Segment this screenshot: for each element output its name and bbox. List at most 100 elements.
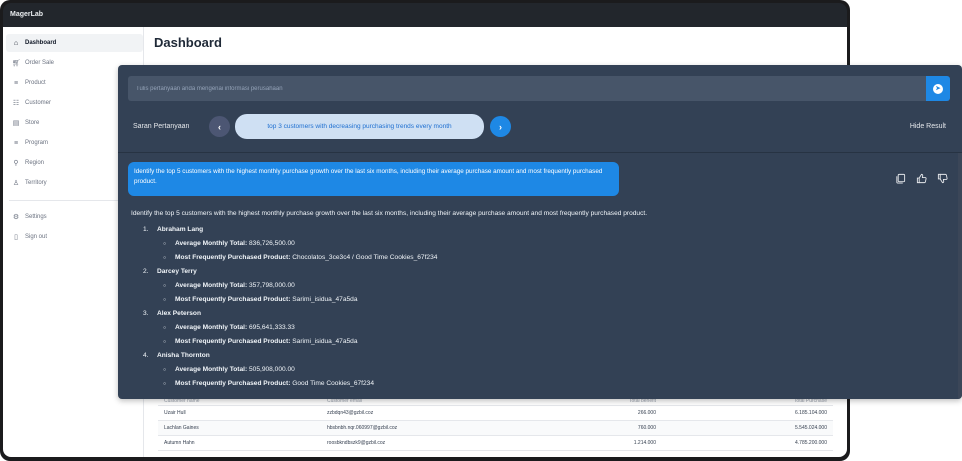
customer-name-line: 2. Darcey Terry [143, 265, 951, 279]
cell-total-benefit: 266.000 [637, 410, 656, 416]
detail-value: Sarimi_isidua_47a5da [292, 296, 358, 303]
assistant-answer: Identify the top 5 customers with the hi… [131, 210, 951, 391]
cell-total-benefit: 1.214.000 [633, 440, 656, 446]
table-row[interactable]: Lachlan Gaines hbsbnbh.nqr.060997@gzbil.… [158, 421, 833, 436]
table-row[interactable]: Autumn Hahn roosbkndbszk9@gzbil.coz 1.21… [158, 436, 833, 451]
average-monthly-total: ○ Average Monthly Total: 505,908,000.00 [163, 363, 951, 377]
customer-name: Anisha Thornton [157, 352, 210, 359]
cell-total-purchase: 6.185.104.000 [795, 410, 827, 416]
store-icon: ▤ [12, 120, 20, 127]
sidebar-item-label: Product [25, 80, 46, 86]
customer-name: Alex Peterson [157, 310, 201, 317]
sidebar-item-label: Region [25, 160, 45, 166]
question-input[interactable] [128, 76, 926, 101]
detail-label: Average Monthly Total: [175, 240, 248, 247]
detail-value: Sarimi_isidua_47a5da [292, 338, 358, 345]
detail-value: 695,641,333.33 [249, 324, 295, 331]
customer-entry: 4. Anisha Thornton ○ Average Monthly Total… [143, 349, 951, 391]
list-icon: ≡ [13, 79, 19, 87]
question-bar [128, 76, 926, 101]
sidebar-item-label: Program [25, 140, 49, 146]
user-message-bubble: Identify the top 5 customers with the hi… [128, 162, 619, 196]
sidebar-item-label: Customer [25, 100, 52, 106]
average-monthly-total: ○ Average Monthly Total: 695,641,333.33 [163, 321, 951, 335]
bullet-icon: ○ [163, 339, 167, 345]
detail-value: 505,908,000.00 [249, 366, 295, 373]
detail-value: 836,726,500.00 [249, 240, 295, 247]
most-purchased-product: ○ Most Frequently Purchased Product: Good… [163, 377, 951, 391]
sidebar-item-dashboard[interactable]: ⌂ Dashboard [6, 34, 143, 52]
gear-icon: ⚙ [12, 214, 20, 221]
bullet-icon: ○ [163, 325, 167, 331]
cell-total-benefit: 760.000 [637, 425, 656, 431]
chevron-right-icon: › [499, 121, 502, 132]
cart-icon: 🛒︎ [12, 60, 21, 67]
cell-customer-email: hbsbnbh.nqr.060997@gzbil.coz [327, 425, 398, 431]
customer-name-line: 3. Alex Peterson [143, 307, 951, 321]
bullet-icon: ○ [163, 297, 167, 303]
detail-label: Average Monthly Total: [175, 366, 248, 373]
users-icon: ☷ [12, 100, 20, 107]
detail-value: 357,798,000.00 [249, 282, 295, 289]
cell-customer-name: Lachlan Gaines [164, 425, 199, 431]
cell-customer-email: roosbkndbszk9@gzbil.coz [327, 440, 386, 446]
cell-customer-name: Autumn Hahn [164, 440, 195, 446]
customer-table: Customer name Customer email Total benef… [158, 396, 833, 451]
most-purchased-product: ○ Most Frequently Purchased Product: Sari… [163, 335, 951, 349]
bullet-icon: ○ [163, 283, 167, 289]
answer-intro: Identify the top 5 customers with the hi… [131, 210, 648, 217]
send-icon: ➤ [933, 83, 943, 94]
list-number: 1. [143, 226, 149, 233]
detail-label: Average Monthly Total: [175, 324, 248, 331]
page-title: Dashboard [154, 35, 222, 50]
thumbs-down-icon[interactable] [936, 172, 949, 185]
top-bar: MagerLab [3, 3, 847, 27]
most-purchased-product: ○ Most Frequently Purchased Product: Sari… [163, 293, 951, 307]
bullet-icon: ○ [163, 255, 167, 261]
home-icon: ⌂ [13, 39, 19, 47]
sidebar-item-label: Store [25, 120, 40, 126]
send-button[interactable]: ➤ [926, 76, 950, 101]
customer-entry: 3. Alex Peterson ○ Average Monthly Total: … [143, 307, 951, 349]
assistant-panel: ➤ Saran Pertanyaan ‹ top 3 customers wit… [118, 65, 962, 399]
bullet-icon: ○ [163, 241, 167, 247]
cell-customer-email: zzbdqn43@gzbil.coz [327, 410, 374, 416]
cell-total-purchase: 5.545.024.000 [795, 425, 827, 431]
customer-entry: 1. Abraham Lang ○ Average Monthly Total: 8… [143, 223, 951, 265]
sidebar-item-label: Sign out [25, 234, 48, 240]
list-number: 4. [143, 352, 149, 359]
customer-name-line: 4. Anisha Thornton [143, 349, 951, 363]
table-row[interactable]: Uzair Hull zzbdqn43@gzbil.coz 266.000 6.… [158, 406, 833, 421]
suggestion-label: Saran Pertanyaan [133, 123, 190, 130]
detail-label: Most Frequently Purchased Product: [175, 380, 291, 387]
scrollbar[interactable] [958, 153, 962, 399]
panel-divider [118, 152, 962, 153]
program-icon: ≡ [13, 139, 19, 147]
detail-value: Chocolatos_3ce3c4 / Good Time Cookies_67… [292, 254, 438, 261]
detail-label: Most Frequently Purchased Product: [175, 254, 291, 261]
sidebar-item-label: Dashboard [25, 40, 57, 46]
customer-name: Darcey Terry [157, 268, 197, 275]
customer-name-line: 1. Abraham Lang [143, 223, 951, 237]
average-monthly-total: ○ Average Monthly Total: 357,798,000.00 [163, 279, 951, 293]
copy-icon[interactable] [894, 172, 907, 185]
customer-name: Abraham Lang [157, 226, 204, 233]
detail-label: Most Frequently Purchased Product: [175, 338, 291, 345]
most-purchased-product: ○ Most Frequently Purchased Product: Choc… [163, 251, 951, 265]
detail-value: Good Time Cookies_67f234 [292, 380, 375, 387]
customer-entry: 2. Darcey Terry ○ Average Monthly Total: 3… [143, 265, 951, 307]
bullet-icon: ○ [163, 367, 167, 373]
next-suggestion-button[interactable]: › [490, 116, 511, 137]
list-number: 3. [143, 310, 149, 317]
map-pin-icon: ⚲ [13, 160, 19, 167]
chevron-left-icon: ‹ [218, 121, 221, 132]
hide-result-button[interactable]: Hide Result [910, 123, 946, 130]
detail-label: Most Frequently Purchased Product: [175, 296, 291, 303]
message-actions [894, 172, 949, 185]
sidebar-item-label: Settings [25, 214, 47, 220]
thumbs-up-icon[interactable] [915, 172, 928, 185]
person-icon: ♙ [12, 180, 20, 187]
cell-customer-name: Uzair Hull [164, 410, 186, 416]
suggestion-chip[interactable]: top 3 customers with decreasing purchasi… [235, 114, 484, 139]
previous-suggestion-button[interactable]: ‹ [209, 116, 230, 137]
